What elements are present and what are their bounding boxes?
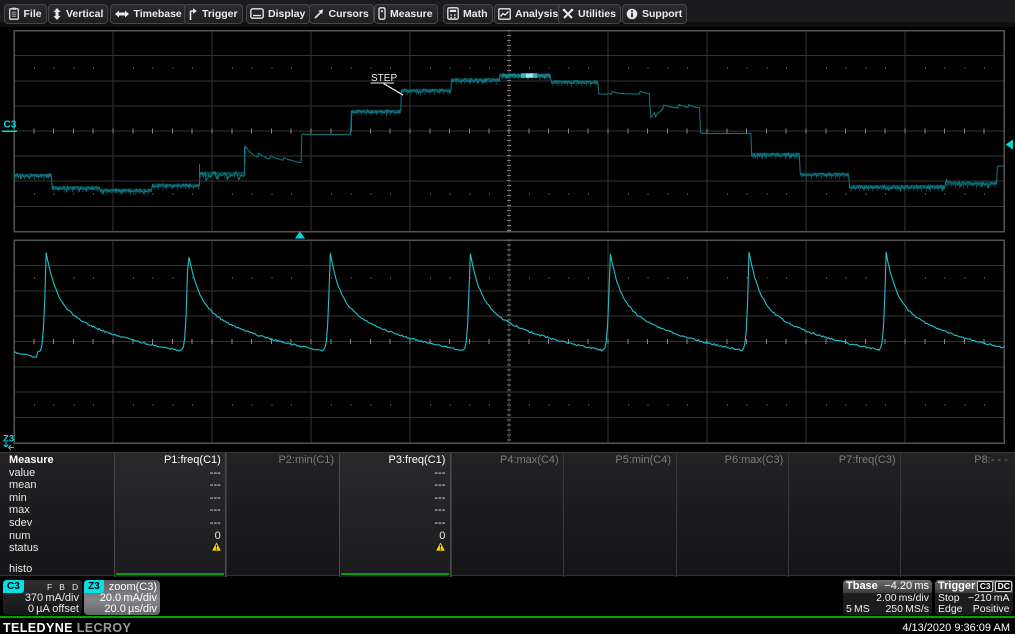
svg-text:C3: C3 [4, 120, 17, 131]
svg-text:STEP: STEP [371, 73, 397, 84]
svg-text:Z3: Z3 [3, 434, 14, 445]
